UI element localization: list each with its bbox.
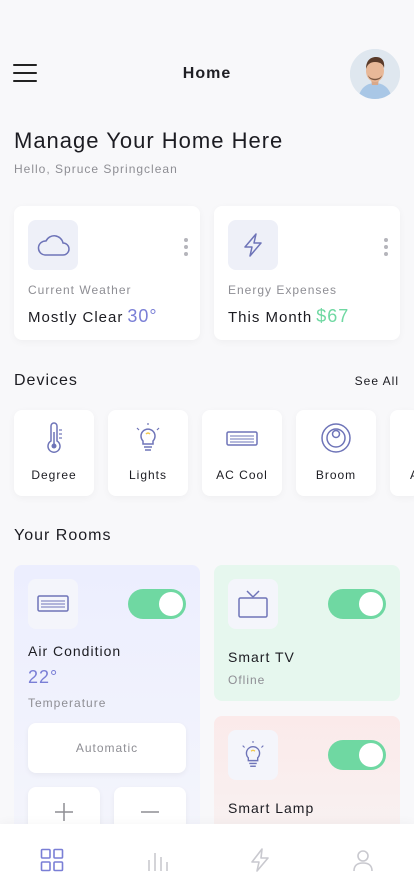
device-label: Broom (315, 468, 357, 482)
stats-icon[interactable] (145, 848, 169, 872)
room-status: Ofline (228, 673, 266, 687)
device-lights[interactable]: Lights (108, 410, 188, 496)
room-subtitle: Temperature (28, 696, 107, 710)
profile-icon[interactable] (351, 848, 375, 872)
dashboard-icon[interactable] (40, 848, 64, 872)
lightning-icon (228, 220, 278, 270)
room-name: Smart TV (228, 649, 295, 665)
device-partial[interactable]: A (390, 410, 414, 496)
energy-value: This Month $67 (228, 306, 349, 327)
energy-amount: $67 (316, 306, 350, 326)
page-title: Manage Your Home Here (14, 128, 284, 153)
see-all-link[interactable]: See All (355, 374, 399, 388)
robot-vacuum-icon (321, 423, 351, 453)
lightbulb-icon (136, 423, 160, 451)
automatic-mode-button[interactable]: Automatic (28, 723, 186, 773)
energy-label: Energy Expenses (228, 283, 338, 297)
smart-lamp-toggle[interactable] (328, 740, 386, 770)
room-name: Smart Lamp (228, 800, 315, 816)
weather-card[interactable]: Current Weather Mostly Clear 30° (14, 206, 200, 340)
weather-condition: Mostly Clear (28, 309, 124, 326)
lightbulb-icon (228, 730, 278, 780)
device-label: AC Cool (216, 468, 268, 482)
rooms-title: Your Rooms (14, 527, 112, 544)
cloud-icon (28, 220, 78, 270)
room-temperature: 22° (28, 667, 59, 687)
more-options-icon[interactable] (384, 238, 388, 256)
room-smart-tv[interactable]: Smart TV Ofline (214, 565, 400, 701)
device-broom[interactable]: Broom (296, 410, 376, 496)
tv-icon (228, 579, 278, 629)
thermometer-icon (47, 422, 62, 453)
weather-temperature: 30° (127, 306, 158, 326)
room-name: Air Condition (28, 643, 122, 659)
smart-tv-toggle[interactable] (328, 589, 386, 619)
more-options-icon[interactable] (184, 238, 188, 256)
bottom-tab-bar (0, 824, 414, 896)
device-label: A (410, 468, 414, 482)
weather-value: Mostly Clear 30° (28, 306, 158, 327)
device-label: Degree (31, 468, 77, 482)
app-header: Home (0, 44, 414, 104)
weather-label: Current Weather (28, 283, 132, 297)
room-air-condition[interactable]: Air Condition 22° Temperature Automatic (14, 565, 200, 835)
air-condition-toggle[interactable] (128, 589, 186, 619)
air-conditioner-icon (28, 579, 78, 629)
energy-icon[interactable] (248, 848, 272, 872)
device-ac-cool[interactable]: AC Cool (202, 410, 282, 496)
avatar[interactable] (350, 49, 400, 99)
device-label: Lights (128, 468, 168, 482)
devices-title: Devices (14, 372, 78, 389)
energy-card[interactable]: Energy Expenses This Month $67 (214, 206, 400, 340)
device-degree[interactable]: Degree (14, 410, 94, 496)
greeting-text: Hello, Spruce Springclean (14, 162, 178, 176)
air-conditioner-icon (226, 431, 258, 446)
energy-period: This Month (228, 309, 313, 326)
minus-icon (141, 811, 159, 813)
plus-icon (55, 803, 73, 821)
room-smart-lamp[interactable]: Smart Lamp (214, 716, 400, 835)
